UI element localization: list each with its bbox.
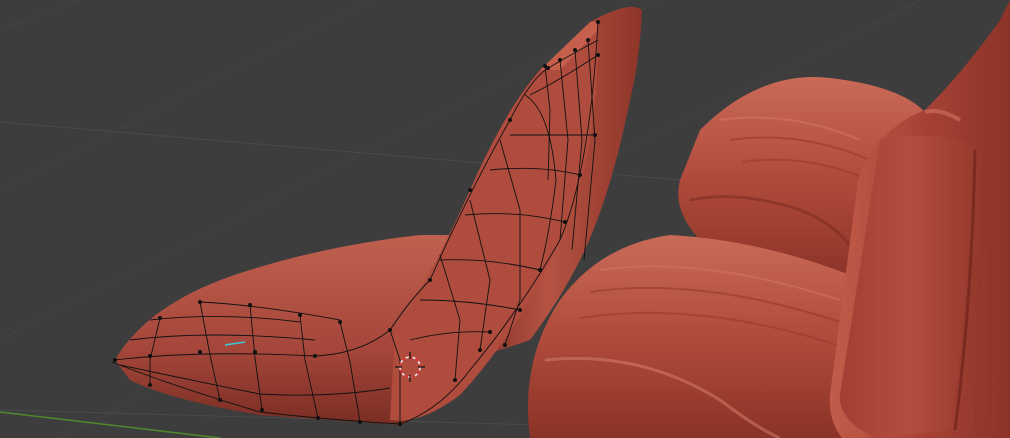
y-axis-line <box>0 411 221 438</box>
seat-backrest-pleated[interactable] <box>829 0 1010 438</box>
viewport-canvas[interactable] <box>0 0 1010 438</box>
3d-viewport[interactable] <box>0 0 1010 438</box>
